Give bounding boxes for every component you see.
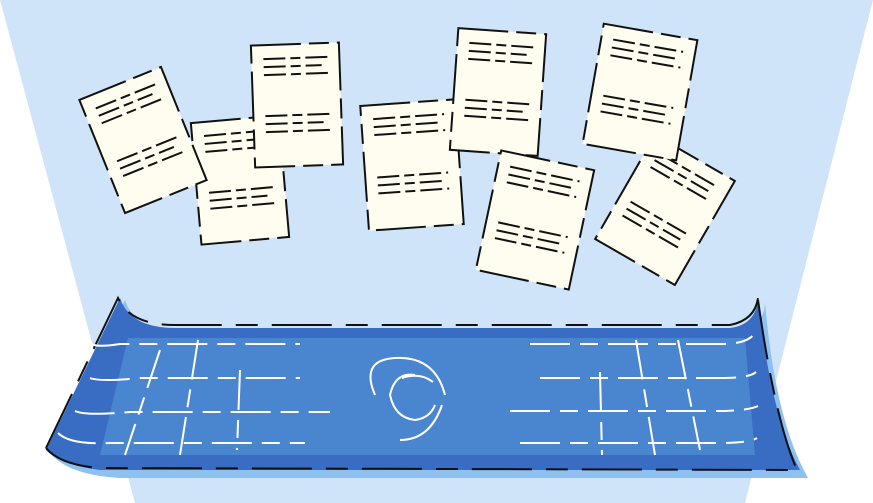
document-icon [581,22,699,162]
document-icon [448,27,548,157]
document-icon [359,98,465,232]
illustration [0,0,873,503]
document-icon [249,41,345,169]
sheet-inner-panel [100,338,755,455]
